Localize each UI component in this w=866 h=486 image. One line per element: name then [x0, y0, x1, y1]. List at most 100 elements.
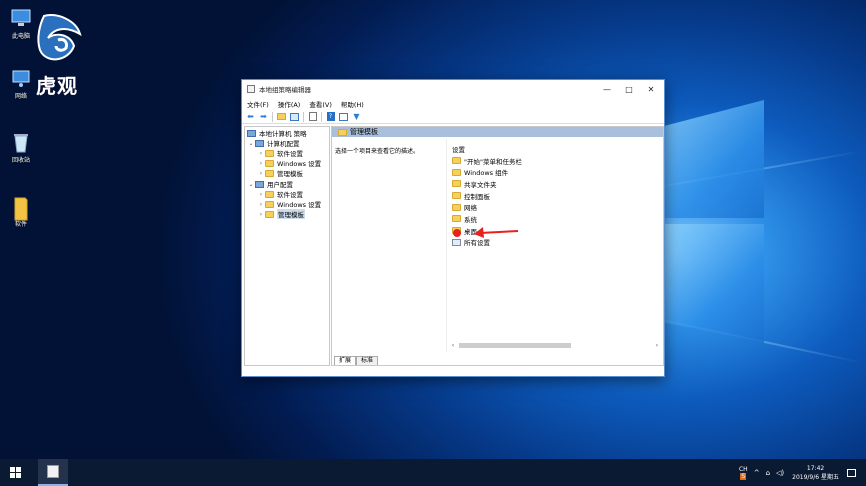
toolbar-separator — [303, 111, 304, 122]
collapse-icon[interactable]: ⌄ — [247, 140, 255, 147]
list-item[interactable]: 控制面板 — [452, 190, 522, 202]
network-tray-icon[interactable]: ⌂ — [766, 469, 770, 477]
tree-item[interactable]: › Windows 设置 — [257, 158, 321, 168]
computer-icon — [11, 8, 31, 28]
folder-icon — [265, 169, 274, 177]
pane-header: 管理模板 — [332, 127, 663, 137]
expand-icon[interactable]: › — [257, 170, 265, 177]
horizontal-scrollbar[interactable]: ‹ › — [449, 341, 661, 349]
tree-computer-config[interactable]: ⌄ 计算机配置 — [247, 138, 300, 148]
menu-action[interactable]: 操作(A) — [278, 99, 301, 109]
desktop-icon-label: 软件 — [14, 221, 27, 228]
folder-icon — [452, 192, 461, 200]
computer-icon — [255, 139, 264, 147]
notepad-icon — [47, 465, 59, 478]
list-item[interactable]: "开始"菜单和任务栏 — [452, 155, 522, 167]
desktop-icon-recycle-bin[interactable]: 回收站 — [1, 132, 41, 164]
folder-icon — [452, 157, 461, 165]
tree-item[interactable]: › 软件设置 — [257, 148, 303, 158]
back-arrow-icon[interactable]: ⬅ — [246, 112, 255, 121]
clock[interactable]: 17:42 2019/9/6 星期五 — [792, 464, 839, 482]
up-folder-icon[interactable] — [277, 112, 286, 121]
expand-icon[interactable]: › — [257, 160, 265, 167]
tree-item[interactable]: › 软件设置 — [257, 189, 303, 199]
policy-icon — [247, 129, 256, 137]
tree-label: 管理模板 — [277, 209, 305, 219]
scroll-thumb[interactable] — [459, 342, 571, 348]
tab-standard[interactable]: 标准 — [356, 356, 379, 365]
taskbar: CH S ^ ⌂ ◁) 17:42 2019/9/6 星期五 — [0, 459, 866, 486]
export-list-icon[interactable] — [308, 112, 317, 121]
forward-arrow-icon[interactable]: ➡ — [259, 112, 268, 121]
notification-icon[interactable] — [847, 468, 856, 477]
tree-item[interactable]: › Windows 设置 — [257, 199, 321, 209]
scroll-left-icon[interactable]: ‹ — [449, 342, 457, 349]
show-hide-tree-icon[interactable] — [290, 112, 299, 121]
folder-icon — [265, 190, 274, 198]
list-item-label: 网络 — [464, 204, 477, 213]
maximize-button[interactable]: □ — [618, 80, 640, 98]
tree-item-selected[interactable]: › 管理模板 — [257, 209, 305, 219]
expand-icon[interactable]: › — [257, 211, 265, 218]
clock-time: 17:42 — [806, 464, 825, 472]
view-tabs: 扩展 标准 — [332, 353, 379, 365]
expand-icon[interactable]: › — [257, 201, 265, 208]
menu-help[interactable]: 帮助(H) — [341, 99, 364, 109]
tree-label: 用户配置 — [267, 181, 293, 189]
folder-icon — [452, 180, 461, 188]
list-column-header[interactable]: 设置 — [452, 143, 522, 155]
desktop-icon-network[interactable]: 网络 — [1, 68, 41, 100]
ime-indicator[interactable]: CH S — [739, 466, 748, 480]
system-tray: CH S ^ ⌂ ◁) 17:42 2019/9/6 星期五 — [739, 459, 866, 486]
list-item-label: 控制面板 — [464, 192, 490, 201]
ime-sub-label: S — [740, 472, 747, 480]
close-button[interactable]: ✕ — [640, 80, 662, 98]
tree-label: 软件设置 — [277, 191, 303, 199]
window-title: 本地组策略编辑器 — [259, 86, 311, 94]
desktop-icon-label: 此电脑 — [11, 33, 30, 40]
description-text: 选择一个项目来查看它的描述。 — [335, 148, 420, 155]
tree-label: 本地计算机 策略 — [259, 130, 307, 138]
tree-label: 计算机配置 — [267, 140, 300, 148]
tab-extended[interactable]: 扩展 — [334, 356, 357, 365]
tree-label: 管理模板 — [277, 170, 303, 178]
chevron-up-icon[interactable]: ^ — [754, 469, 760, 477]
recycle-bin-icon — [11, 132, 31, 153]
volume-icon[interactable]: ◁) — [776, 469, 784, 477]
collapse-icon[interactable]: ⌄ — [247, 181, 255, 188]
desktop-icon-software[interactable]: 软件 — [1, 196, 41, 228]
folder-icon — [452, 203, 461, 211]
desktop-icon-label: 回收站 — [11, 157, 30, 164]
tree-label: Windows 设置 — [277, 201, 322, 209]
tree-root[interactable]: 本地计算机 策略 — [247, 128, 307, 138]
tree-item[interactable]: › 管理模板 — [257, 168, 303, 178]
network-icon — [11, 68, 31, 88]
start-button[interactable] — [0, 459, 30, 486]
windows-logo-wallpaper — [664, 100, 774, 360]
menu-file[interactable]: 文件(F) — [247, 99, 269, 109]
filter-icon[interactable]: ▼ — [352, 112, 361, 121]
desktop-icon-computer[interactable]: 此电脑 — [1, 8, 41, 40]
column-divider — [446, 139, 447, 352]
scroll-right-icon[interactable]: › — [653, 342, 661, 349]
title-bar[interactable]: 本地组策略编辑器 — □ ✕ — [242, 80, 664, 98]
pane-header-title: 管理模板 — [350, 128, 378, 136]
list-item[interactable]: Windows 组件 — [452, 166, 522, 178]
properties-icon[interactable] — [339, 112, 348, 121]
menu-view[interactable]: 查看(V) — [309, 99, 332, 109]
folder-icon — [265, 159, 274, 167]
menu-bar: 文件(F) 操作(A) 查看(V) 帮助(H) — [242, 98, 664, 110]
tree-label: 软件设置 — [277, 150, 303, 158]
tree-user-config[interactable]: ⌄ 用户配置 — [247, 179, 293, 189]
toolbar-separator — [321, 111, 322, 122]
expand-icon[interactable]: › — [257, 150, 265, 157]
expand-icon[interactable]: › — [257, 191, 265, 198]
list-item[interactable]: 共享文件夹 — [452, 178, 522, 190]
taskbar-app-gpedit[interactable] — [38, 459, 68, 486]
help-icon[interactable]: ? — [326, 112, 335, 121]
folder-icon — [11, 196, 31, 221]
folder-icon — [265, 200, 274, 208]
list-item[interactable]: 网络 — [452, 201, 522, 213]
minimize-button[interactable]: — — [596, 80, 618, 98]
windows-start-icon — [9, 467, 21, 478]
